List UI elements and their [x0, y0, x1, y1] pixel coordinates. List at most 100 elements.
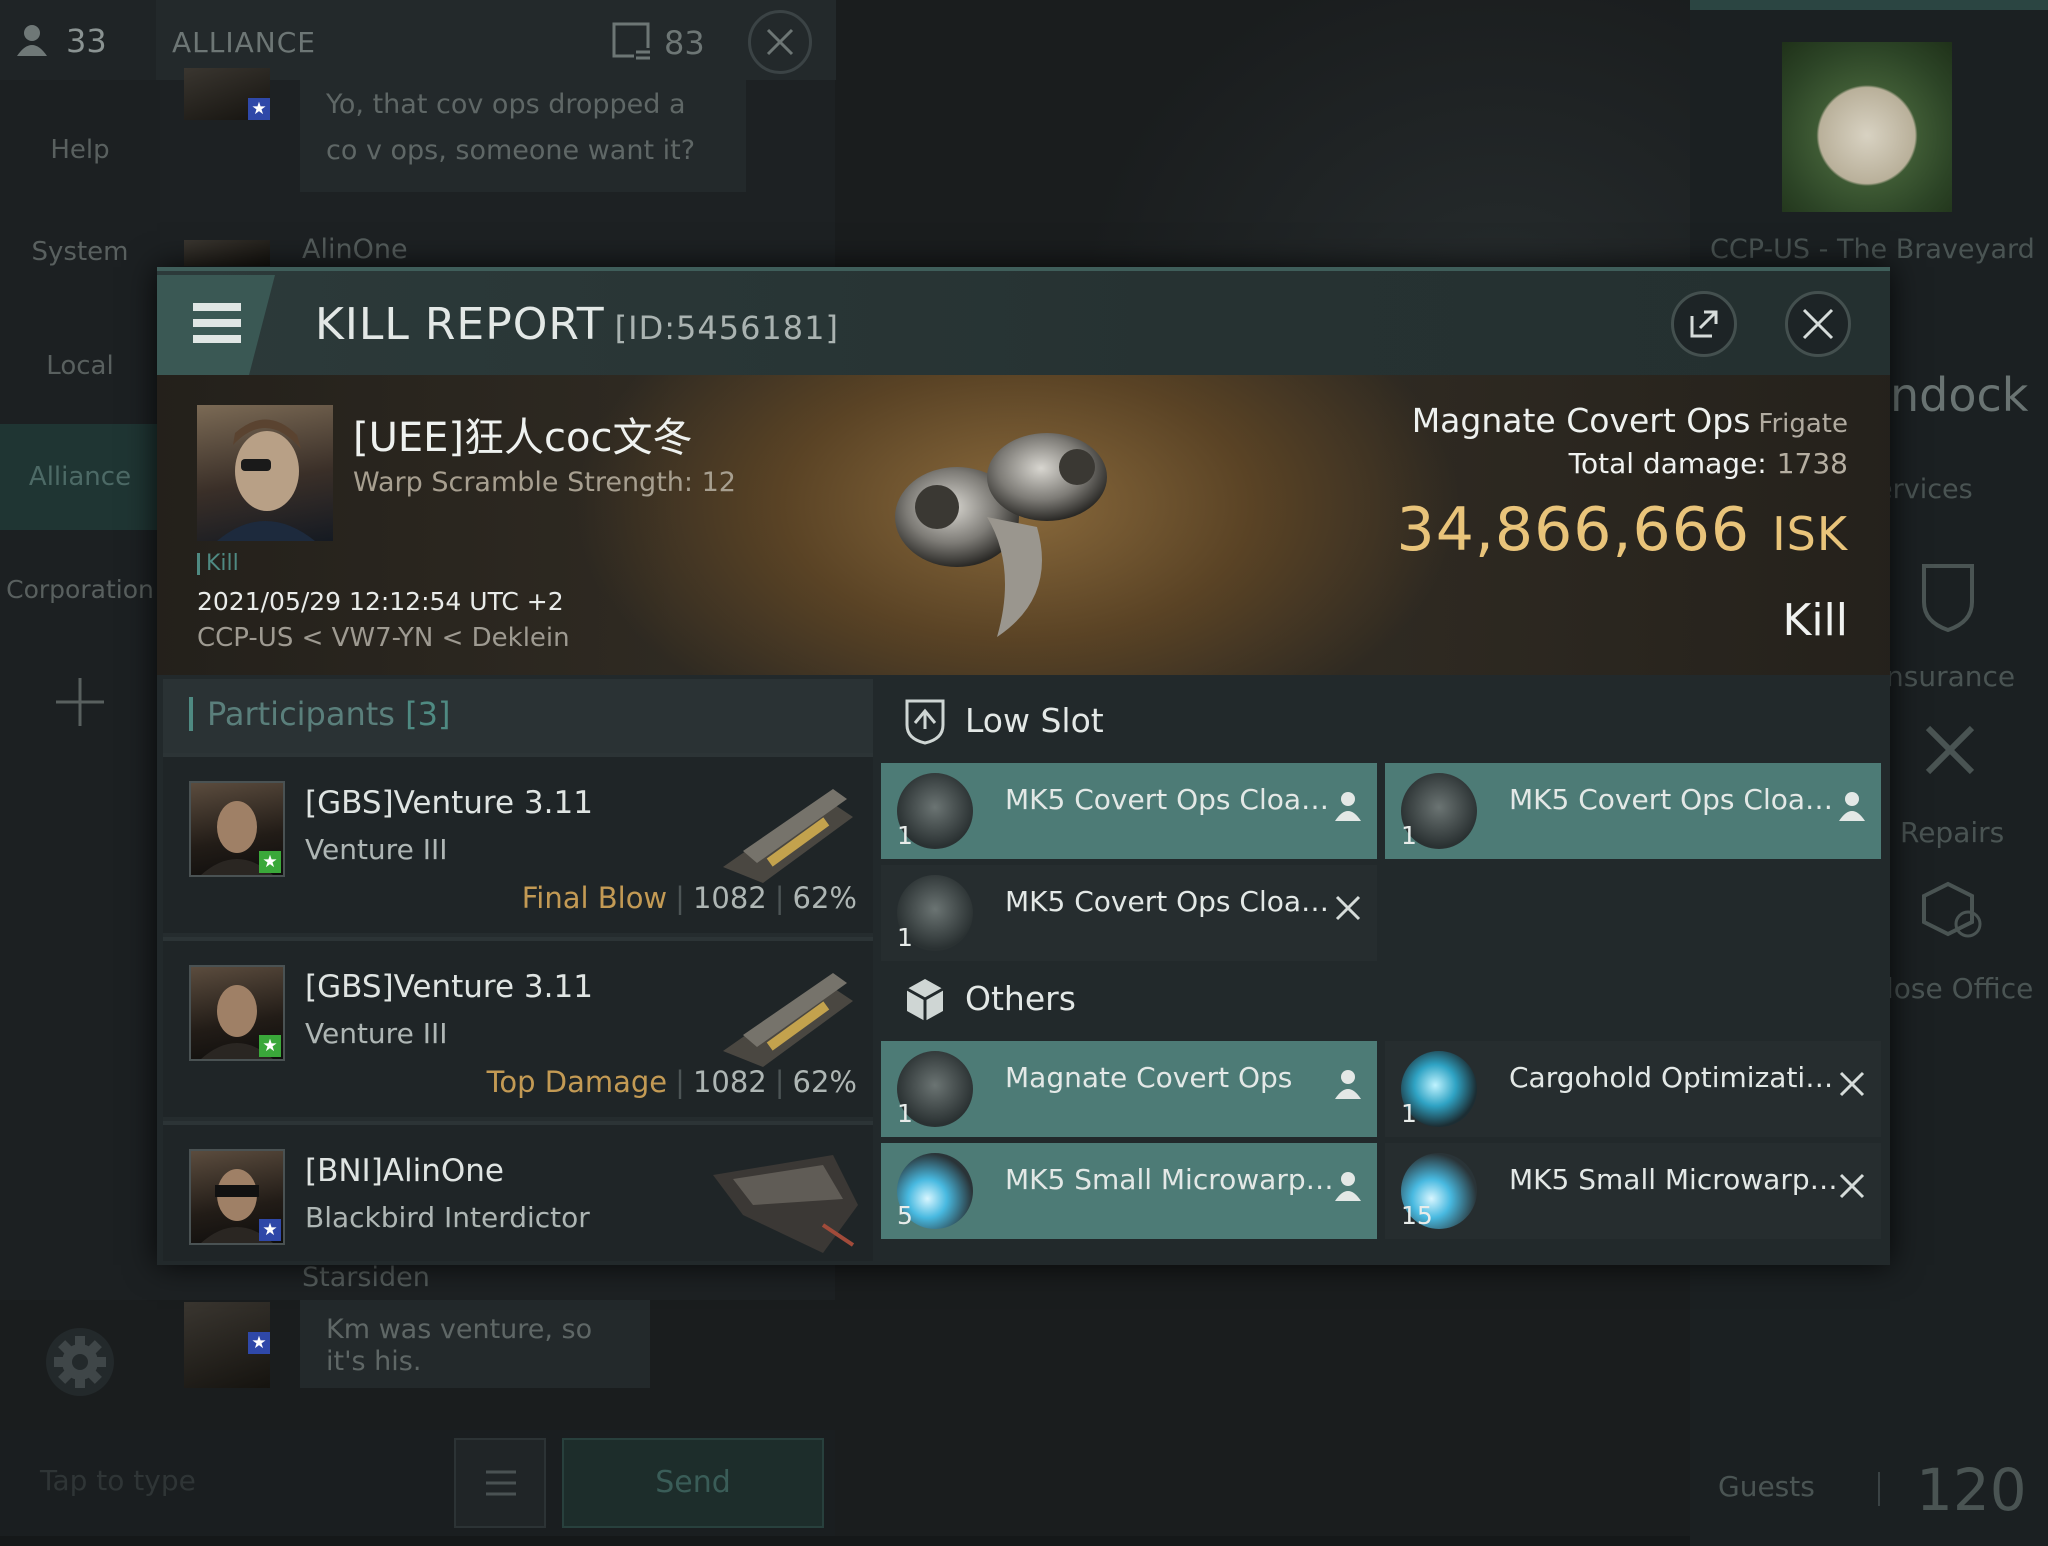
star-badge-icon: ★ [248, 1332, 270, 1354]
star-badge-icon: ★ [259, 1035, 281, 1057]
chat-author: AlinOne [302, 234, 408, 265]
insurance-icon[interactable] [1918, 562, 1978, 633]
add-channel-icon[interactable] [54, 676, 106, 728]
avatar: ★ [189, 965, 285, 1061]
participant-name: [GBS]Venture 3.11 [305, 785, 593, 821]
item-name: MK5 Covert Ops Cloaking... [1005, 885, 1335, 918]
chat-message-bubble: Km was venture, so it's his. [300, 1300, 650, 1388]
item-quantity: 1 [897, 821, 913, 850]
item-slot[interactable]: 1 Cargohold Optimization I [1385, 1041, 1881, 1137]
repairs-icon[interactable] [1922, 722, 1978, 778]
repairs-label[interactable]: Repairs [1900, 816, 2004, 849]
cargo-box-icon [903, 975, 947, 1023]
item-slot[interactable]: 5 MK5 Small Microwarpdrive [881, 1143, 1377, 1239]
nav-help[interactable]: Help [0, 120, 160, 180]
chat-message-text: Yo, that cov ops dropped a co v ops, som… [326, 89, 696, 166]
dropped-icon [1837, 789, 1867, 823]
participant-damage: 1082 [692, 1065, 767, 1099]
participant-ship: Venture III [305, 1017, 448, 1050]
participant-ship: Venture III [305, 833, 448, 866]
channel-name: ALLIANCE [172, 26, 316, 59]
ship-class: Frigate [1758, 409, 1848, 439]
item-name: Magnate Covert Ops [1005, 1061, 1293, 1094]
participant-ship-image [703, 1135, 863, 1255]
close-icon [751, 13, 809, 71]
guests-count: 120 [1916, 1456, 2027, 1524]
menu-button[interactable] [157, 275, 275, 375]
send-button[interactable]: Send [562, 1438, 824, 1528]
result-label: Kill [1782, 595, 1848, 646]
office-icon[interactable] [1918, 878, 1984, 940]
participant-stats: Final Blow | 1082 | 62% [521, 881, 857, 915]
chat-author: Starsiden [302, 1262, 430, 1293]
fitting-panel: Low Slot 1 MK5 Covert Ops Cloaking... 1 … [881, 679, 1884, 1257]
external-link-icon [1684, 310, 1724, 353]
victim-name[interactable]: [UEE]狂人coc文冬 [353, 405, 693, 463]
participant-percent: 62% [792, 1065, 857, 1099]
chat-input[interactable]: Tap to type [40, 1464, 196, 1497]
destroyed-icon [1333, 891, 1363, 925]
item-quantity: 1 [1401, 821, 1417, 850]
participants-count: [3] [405, 695, 451, 733]
low-slot-label: Low Slot [965, 701, 1104, 740]
dropped-icon [1333, 1169, 1363, 1203]
others-header: Others [881, 957, 1884, 1041]
share-button[interactable] [1671, 291, 1737, 357]
participant-row[interactable]: ★ [GBS]Venture 3.11 Venture III Final Bl… [163, 753, 873, 933]
victim-summary: [UEE]狂人coc文冬 Warp Scramble Strength: 12 … [157, 375, 1890, 675]
item-slot[interactable]: 1 MK5 Covert Ops Cloaking... [881, 865, 1377, 961]
avatar: ★ [189, 1149, 285, 1245]
office-label[interactable]: lose Office [1886, 972, 2033, 1005]
participant-percent: 62% [792, 881, 857, 915]
isk-value: 34,866,666 ISK [1397, 495, 1848, 565]
participant-row[interactable]: ★ [BNI]AlinOne Blackbird Interdictor [163, 1121, 873, 1261]
others-label: Others [965, 979, 1076, 1018]
item-slot[interactable]: 15 MK5 Small Microwarpdrive [1385, 1143, 1881, 1239]
ship-name-text: Magnate Covert Ops [1411, 401, 1751, 440]
chat-menu-button[interactable] [454, 1438, 546, 1528]
settings-gear-icon[interactable] [44, 1326, 116, 1398]
participant-tag: Final Blow [521, 881, 668, 915]
nav-system[interactable]: System [0, 222, 160, 282]
warp-scramble-strength: Warp Scramble Strength: 12 [353, 467, 736, 498]
participants-title: Participants [3] [189, 697, 450, 731]
close-icon [1798, 308, 1838, 353]
star-badge-icon: ★ [259, 1219, 281, 1241]
participant-ship-image [703, 767, 863, 887]
avatar: ★ [189, 781, 285, 877]
member-count: 33 [66, 22, 107, 60]
dropped-icon [1333, 1067, 1363, 1101]
victim-ship-name[interactable]: Magnate Covert Ops Frigate [1412, 401, 1848, 440]
services-label: ervices [1876, 474, 1973, 505]
participant-damage: 1082 [692, 881, 767, 915]
title-text: KILL REPORT [315, 299, 605, 350]
avatar [184, 240, 270, 266]
item-slot[interactable]: 1 MK5 Covert Ops Cloaking... [1385, 763, 1881, 859]
list-icon [484, 1468, 518, 1498]
participant-row[interactable]: ★ [GBS]Venture 3.11 Venture III Top Dama… [163, 937, 873, 1117]
dropped-icon [1333, 789, 1363, 823]
station-name: CCP-US - The Braveyard [1710, 234, 2035, 265]
undock-label[interactable]: ndock [1890, 368, 2028, 422]
kill-location[interactable]: CCP-US < VW7-YN < Deklein [197, 623, 570, 653]
nav-local[interactable]: Local [0, 336, 160, 396]
low-slot-icon [903, 697, 947, 745]
participant-stats: Top Damage | 1082 | 62% [486, 1065, 857, 1099]
victim-portrait[interactable] [197, 405, 333, 541]
insurance-label[interactable]: nsurance [1886, 660, 2015, 693]
chat-message-bubble: Yo, that cov ops dropped a co v ops, som… [300, 68, 746, 192]
item-slot[interactable]: 1 Magnate Covert Ops [881, 1041, 1377, 1137]
item-quantity: 1 [897, 1099, 913, 1128]
total-damage: Total damage: 1738 [1569, 447, 1848, 480]
chat-channel-nav: Help System Local Alliance Corporation [0, 80, 160, 1396]
close-button[interactable] [1785, 291, 1851, 357]
participant-ship-image [703, 951, 863, 1071]
corp-logo [1782, 42, 1952, 212]
item-slot[interactable]: 1 MK5 Covert Ops Cloaking... [881, 763, 1377, 859]
low-slot-header: Low Slot [881, 679, 1884, 763]
nav-alliance[interactable]: Alliance [0, 424, 160, 530]
guests-label: Guests [1718, 1470, 1815, 1503]
nav-corporation[interactable]: Corporation [0, 560, 160, 620]
total-damage-label: Total damage: [1568, 447, 1767, 480]
chat-close-button[interactable] [748, 10, 812, 74]
